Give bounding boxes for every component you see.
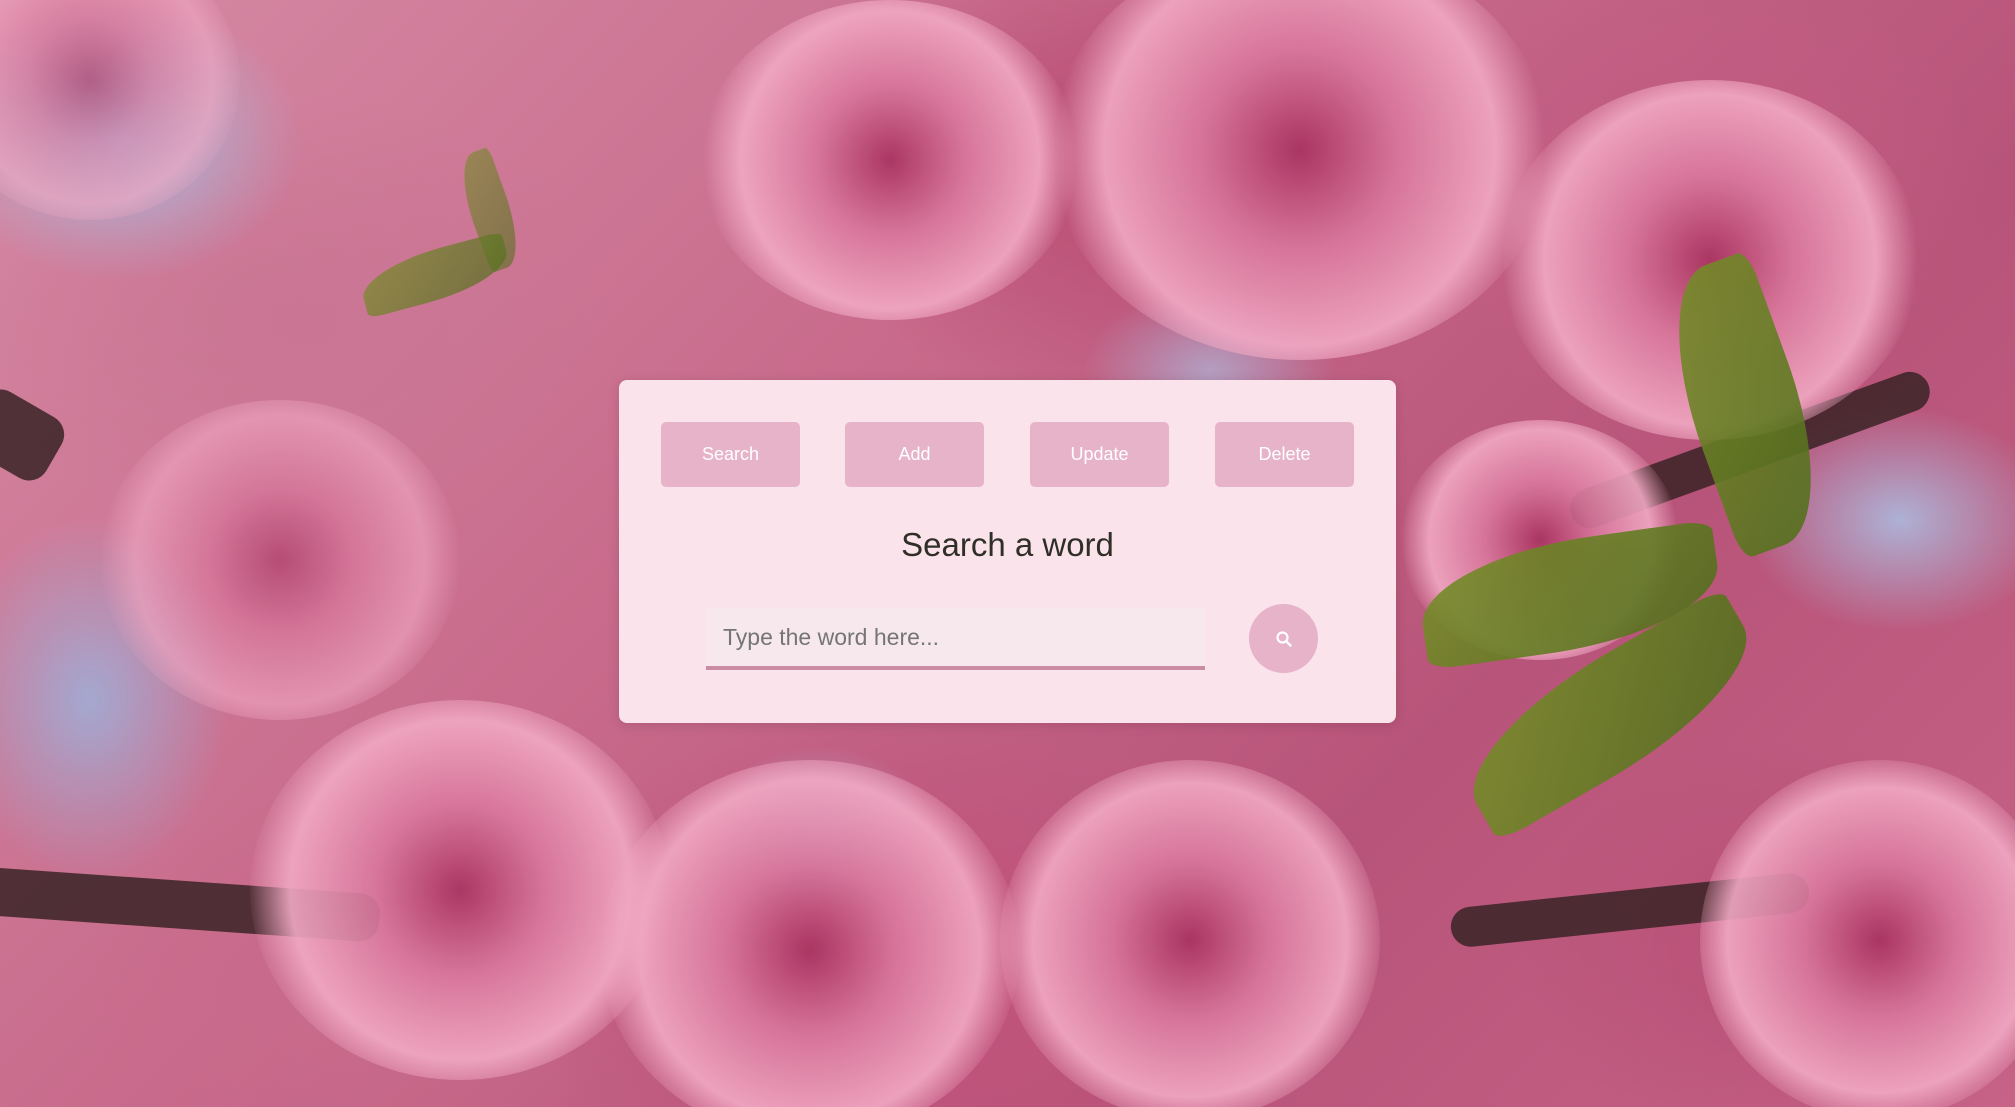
add-button[interactable]: Add <box>845 422 984 487</box>
search-button[interactable]: Search <box>661 422 800 487</box>
dictionary-panel: Search Add Update Delete Search a word <box>619 380 1396 723</box>
blossom-cluster <box>0 0 240 220</box>
blossom-cluster <box>250 700 670 1080</box>
panel-title: Search a word <box>901 526 1114 563</box>
blossom-cluster <box>600 760 1020 1107</box>
delete-button[interactable]: Delete <box>1215 422 1354 487</box>
word-search-input[interactable] <box>706 608 1205 670</box>
search-icon <box>1249 630 1318 648</box>
action-button-group: Search Add Update Delete <box>661 422 1354 487</box>
blossom-cluster <box>1000 760 1380 1107</box>
blossom-cluster <box>1700 760 2015 1107</box>
blossom-cluster <box>1050 0 1550 360</box>
blossom-cluster <box>700 0 1080 320</box>
update-button[interactable]: Update <box>1030 422 1169 487</box>
blossom-cluster <box>100 400 460 720</box>
search-submit-button[interactable] <box>1249 604 1318 673</box>
branch <box>0 382 72 488</box>
